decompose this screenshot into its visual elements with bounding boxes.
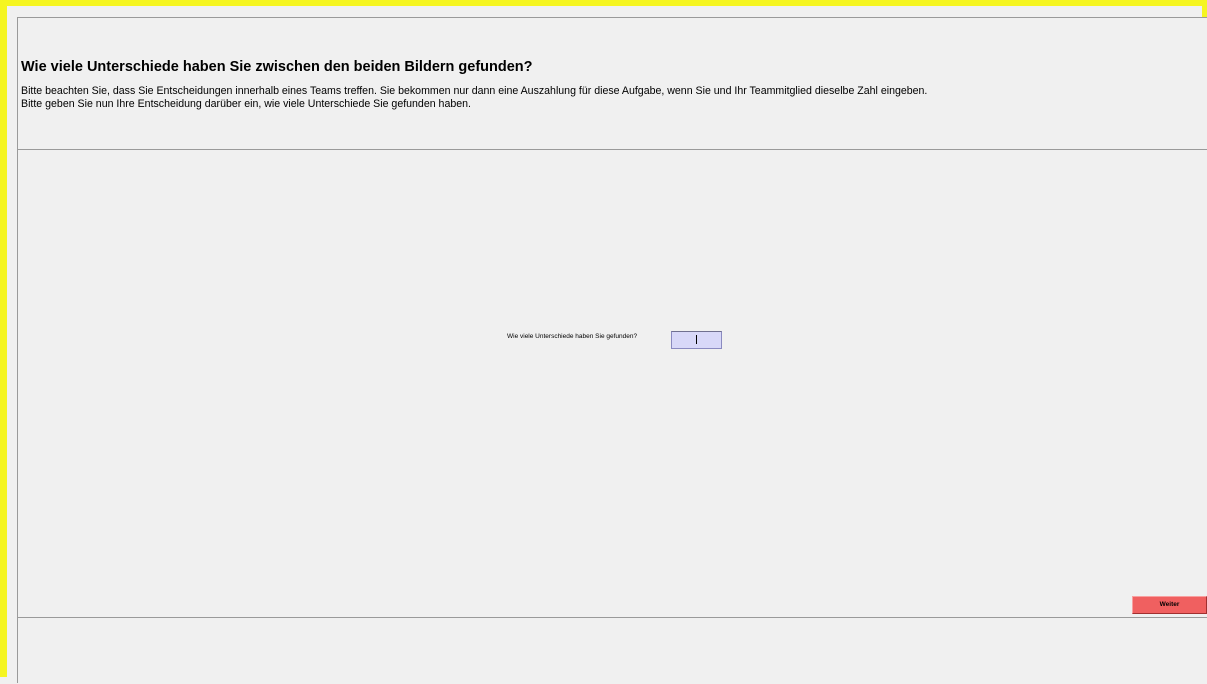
instruction-text-1: Bitte beachten Sie, dass Sie Entscheidun… xyxy=(21,85,928,97)
differences-count-input[interactable] xyxy=(671,331,722,349)
page-title: Wie viele Unterschiede haben Sie zwische… xyxy=(21,59,533,75)
instruction-text-2: Bitte geben Sie nun Ihre Entscheidung da… xyxy=(21,98,471,110)
screen-panel: Wie viele Unterschiede haben Sie zwische… xyxy=(17,17,1207,683)
continue-button[interactable]: Weiter xyxy=(1132,596,1207,614)
header-section: Wie viele Unterschiede haben Sie zwische… xyxy=(18,18,1207,150)
differences-question-label: Wie viele Unterschiede haben Sie gefunde… xyxy=(507,333,638,340)
main-section: Wie viele Unterschiede haben Sie gefunde… xyxy=(18,150,1207,618)
window-frame: Wie viele Unterschiede haben Sie zwische… xyxy=(0,0,1207,683)
text-cursor xyxy=(696,335,697,344)
footer-section xyxy=(18,618,1207,684)
